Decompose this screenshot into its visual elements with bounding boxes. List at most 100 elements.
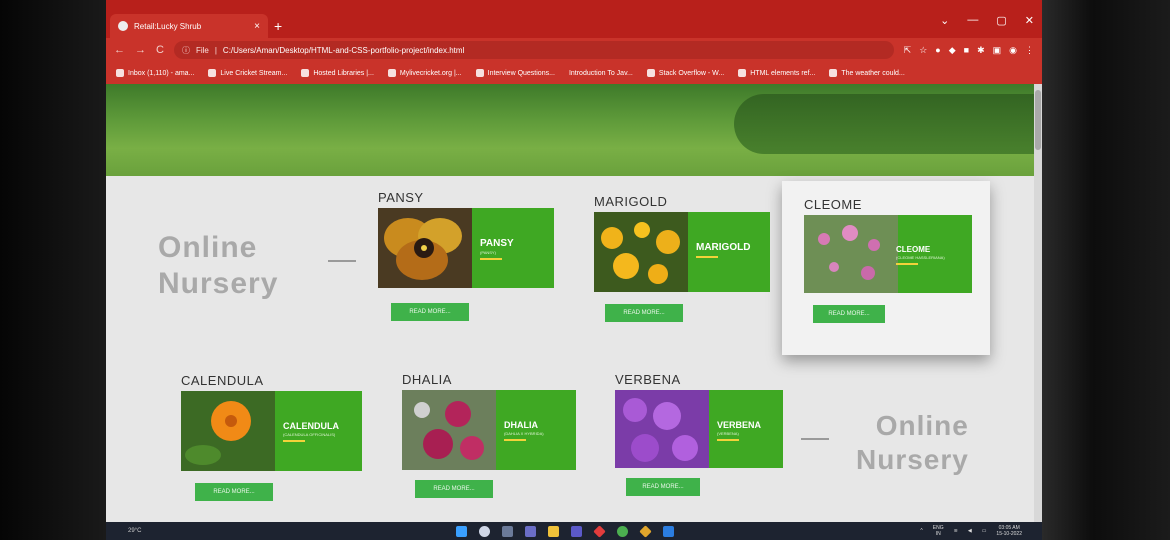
card-banner[interactable]: MARIGOLD xyxy=(594,212,770,292)
bookmark-item[interactable]: Inbox (1,110) - ama... xyxy=(116,69,194,77)
gmail-icon xyxy=(116,69,124,77)
online-nursery-heading-right: Online Nursery xyxy=(856,410,969,475)
menu-kebab-icon[interactable]: ⋮ xyxy=(1025,45,1034,56)
bookmark-item[interactable]: Interview Questions... xyxy=(475,69,555,77)
office-icon[interactable] xyxy=(593,524,606,538)
new-tab-button[interactable]: + xyxy=(274,18,282,34)
bookmark-item[interactable]: Live Cricket Stream... xyxy=(208,69,287,77)
marigold-photo xyxy=(594,212,688,292)
bookmarks-bar: Inbox (1,110) - ama... Live Cricket Stre… xyxy=(106,62,1042,84)
read-more-button-pansy[interactable]: READ MORE... xyxy=(391,303,469,321)
card-banner[interactable]: PANSY (PANSY) xyxy=(378,208,554,288)
extension-icon[interactable]: ◆ xyxy=(949,45,956,56)
banner-text: CLEOME (CLEOME HASSLERIANA) xyxy=(896,245,945,265)
card-title: MARIGOLD xyxy=(594,194,668,209)
bookmark-item[interactable]: The weather could... xyxy=(829,69,905,77)
card-banner[interactable]: DHALIA (DAHLIA X HYBRIDA) xyxy=(402,390,576,470)
search-icon[interactable] xyxy=(479,525,490,537)
close-window-button[interactable]: ✕ xyxy=(1025,14,1034,27)
tab-close-icon[interactable]: × xyxy=(254,21,260,32)
flower-card-pansy: PANSY PANSY (PANSY) xyxy=(378,190,558,288)
accent-underline xyxy=(480,258,502,260)
browser-tab[interactable]: Retail:Lucky Shrub × xyxy=(110,14,268,38)
windows-taskbar: 29°C ^ ENG IN ≋ ◀ ▭ 03:05 AM 15-10-2022 xyxy=(106,522,1042,540)
battery-icon[interactable]: ▭ xyxy=(982,528,987,534)
cleome-photo xyxy=(804,215,898,293)
reload-button[interactable]: C xyxy=(156,44,164,56)
web-page: Online Nursery PANSY PANSY (PANSY) READ … xyxy=(106,84,1034,522)
language-indicator[interactable]: ENG IN xyxy=(933,525,944,537)
bookmark-item[interactable]: Hosted Libraries |... xyxy=(301,69,374,77)
clock[interactable]: 03:05 AM 15-10-2022 xyxy=(996,525,1022,537)
pansy-photo xyxy=(378,208,472,288)
back-button[interactable]: ← xyxy=(114,44,125,56)
file-explorer-icon[interactable] xyxy=(548,525,559,537)
mdn-icon xyxy=(738,69,747,77)
teams-chat-icon[interactable] xyxy=(525,525,536,537)
banner-text: MARIGOLD xyxy=(696,242,750,258)
divider-dash xyxy=(328,260,356,262)
file-info-icon[interactable]: ⓘ xyxy=(182,45,190,56)
task-view-icon[interactable] xyxy=(502,525,513,537)
card-title: PANSY xyxy=(378,190,424,205)
screen: Retail:Lucky Shrub × + ⌄ — ▢ ✕ ← → C ⓘ F… xyxy=(106,0,1042,540)
bookmark-item[interactable]: Introduction To Jav... xyxy=(569,70,633,77)
read-more-button-verbena[interactable]: READ MORE... xyxy=(626,478,700,496)
teams-icon[interactable] xyxy=(571,525,582,537)
tab-favicon-icon xyxy=(118,21,128,31)
app-icon[interactable] xyxy=(639,524,652,538)
globe-icon xyxy=(208,69,217,77)
tab-search-icon[interactable]: ⌄ xyxy=(940,14,949,27)
vscode-icon[interactable] xyxy=(663,525,674,537)
card-banner[interactable]: VERBENA (VERBENA) xyxy=(615,390,783,468)
bookmark-item[interactable]: Stack Overflow - W... xyxy=(646,69,724,77)
share-icon[interactable]: ⇱ xyxy=(904,45,912,56)
accent-underline xyxy=(283,440,305,442)
doc-icon xyxy=(475,69,484,77)
accent-underline xyxy=(717,439,739,441)
start-icon[interactable] xyxy=(456,525,467,537)
banner-text: CALENDULA (CALENDULA OFFICINALIS) xyxy=(283,421,339,442)
bookmark-item[interactable]: Mylivecricket.org |... xyxy=(387,69,462,77)
maximize-button[interactable]: ▢ xyxy=(996,14,1006,27)
read-more-button-cleome[interactable]: READ MORE... xyxy=(813,305,885,323)
system-tray: ^ ENG IN ≋ ◀ ▭ 03:05 AM 15-10-2022 xyxy=(920,525,1022,537)
chrome-icon[interactable] xyxy=(617,525,628,537)
card-banner[interactable]: CLEOME (CLEOME HASSLERIANA) xyxy=(804,215,972,293)
page-scrollbar[interactable] xyxy=(1034,84,1042,522)
weather-widget[interactable]: 29°C xyxy=(128,528,141,534)
extension-icon[interactable]: ■ xyxy=(964,45,969,56)
puzzle-icon[interactable]: ✱ xyxy=(977,45,985,56)
verbena-photo xyxy=(615,390,709,468)
forward-button[interactable]: → xyxy=(135,44,146,56)
volume-icon[interactable]: ◀ xyxy=(968,528,972,534)
flower-card-dhalia: DHALIA DHALIA (DAHLIA X HYBRIDA) xyxy=(402,372,582,470)
profile-icon[interactable]: ◉ xyxy=(1009,45,1017,56)
flower-card-marigold: MARIGOLD MARIGOLD xyxy=(594,194,774,292)
flower-card-verbena: VERBENA VERBENA (VERBENA) xyxy=(615,372,795,468)
wifi-icon[interactable]: ≋ xyxy=(954,528,958,534)
taskbar-icons xyxy=(456,524,674,538)
flower-card-calendula: CALENDULA CALENDULA (CALENDULA OFFICINAL… xyxy=(181,373,362,471)
bookmark-item[interactable]: HTML elements ref... xyxy=(738,69,815,77)
sidepanel-icon[interactable]: ▣ xyxy=(993,45,1002,56)
address-prefix: File xyxy=(195,45,209,55)
read-more-button-marigold[interactable]: READ MORE... xyxy=(605,304,683,322)
extensions: ⇱ ☆ ● ◆ ■ ✱ ▣ ◉ ⋮ xyxy=(904,45,1034,56)
address-url[interactable]: C:/Users/Aman/Desktop/HTML-and-CSS-portf… xyxy=(223,46,464,55)
minimize-button[interactable]: — xyxy=(967,14,978,27)
banner-text: VERBENA (VERBENA) xyxy=(717,420,761,441)
globe-icon xyxy=(387,69,396,77)
omnibox[interactable]: ⓘ File | C:/Users/Aman/Desktop/HTML-and-… xyxy=(173,41,894,59)
address-divider: | xyxy=(214,45,217,55)
chevron-up-icon[interactable]: ^ xyxy=(920,528,922,534)
dhalia-photo xyxy=(402,390,496,470)
read-more-button-dhalia[interactable]: READ MORE... xyxy=(415,480,493,498)
read-more-button-calendula[interactable]: READ MORE... xyxy=(195,483,273,501)
accent-underline xyxy=(896,263,918,265)
scrollbar-thumb[interactable] xyxy=(1035,90,1041,150)
card-banner[interactable]: CALENDULA (CALENDULA OFFICINALIS) xyxy=(181,391,362,471)
extension-icon[interactable]: ● xyxy=(935,45,940,56)
divider-dash xyxy=(801,438,829,440)
bookmark-star-icon[interactable]: ☆ xyxy=(919,45,927,56)
